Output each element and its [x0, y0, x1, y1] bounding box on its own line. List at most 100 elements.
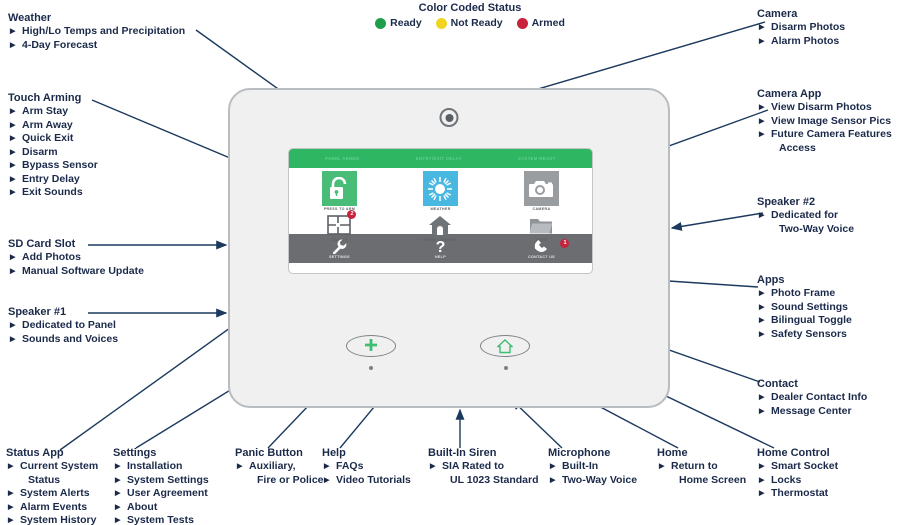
- callout-status-app-item-1: System Alerts: [6, 487, 98, 501]
- status-bar-item-0: PANEL ARMED: [325, 156, 360, 161]
- app-weather[interactable]: WEATHER: [391, 168, 491, 211]
- apps-tile[interactable]: [528, 213, 554, 237]
- callout-microphone-title: Microphone: [548, 447, 611, 459]
- callout-speaker1-item-1: Sounds and Voices: [8, 333, 118, 347]
- callout-home-control-item-2: Thermostat: [757, 487, 838, 501]
- callout-touch-arming-item-5: Entry Delay: [8, 173, 98, 187]
- settings-label: SETTINGS: [329, 254, 350, 259]
- legend-label-not-ready: Not Ready: [450, 17, 503, 29]
- callout-touch-arming-title: Touch Arming: [8, 92, 82, 104]
- callout-sd-card-title: SD Card Slot: [8, 238, 76, 250]
- callout-speaker2-item-0-cont: Two-Way Voice: [779, 222, 855, 235]
- callout-contact-item-0: Dealer Contact Info: [757, 391, 867, 405]
- home-control-tile[interactable]: [427, 213, 453, 237]
- callout-apps-item-0: Photo Frame: [757, 287, 852, 301]
- status-bar: PANEL ARMED ENTRY/EXIT DELAY SYSTEM READ…: [289, 149, 592, 168]
- callout-settings-item-3: About: [113, 501, 209, 515]
- callout-status-app-item-0-cont: Status: [28, 473, 61, 486]
- callout-settings-item-4: System Tests: [113, 514, 209, 525]
- app-press-to-arm[interactable]: PRESS TO ARM: [290, 168, 390, 211]
- callout-camera-app: Camera App View Disarm Photos View Image…: [757, 88, 892, 155]
- callout-touch-arming-item-6: Exit Sounds: [8, 186, 98, 200]
- callout-settings-item-2: User Agreement: [113, 487, 209, 501]
- callout-speaker1-item-0: Dedicated to Panel: [8, 319, 118, 333]
- camera-lens-inner: [445, 113, 453, 122]
- callout-status-app-title: Status App: [6, 447, 64, 459]
- legend-label-armed: Armed: [531, 17, 565, 29]
- callout-weather: Weather High/Lo Temps and Precipitation …: [8, 12, 185, 52]
- callout-panic-button-item-0: Auxiliary,: [235, 460, 324, 474]
- led-indicator-left: [369, 366, 373, 370]
- app-home-control[interactable]: HOME CONTROL: [391, 211, 491, 242]
- callout-camera-item-0: Disarm Photos: [757, 21, 845, 35]
- status-dot-not-ready: [435, 17, 447, 29]
- panic-button[interactable]: [346, 335, 396, 357]
- callout-contact: Contact Dealer Contact Info Message Cent…: [757, 378, 867, 418]
- status-dot-ready: [375, 17, 387, 29]
- app-camera[interactable]: CAMERA: [492, 168, 592, 211]
- callout-touch-arming-item-2: Quick Exit: [8, 132, 98, 146]
- weather-tile[interactable]: [422, 171, 458, 206]
- help-icon-wrap: ?: [391, 239, 491, 255]
- app-apps[interactable]: APPS: [492, 211, 592, 242]
- callout-help-item-0: FAQs: [322, 460, 411, 474]
- house-outline-icon: [497, 338, 513, 353]
- callout-apps-item-1: Sound Settings: [757, 301, 852, 315]
- contact-label: CONTACT US: [528, 254, 555, 259]
- callout-camera-item-1: Alarm Photos: [757, 35, 845, 49]
- callout-apps: Apps Photo Frame Sound Settings Bilingua…: [757, 274, 852, 341]
- callout-microphone-item-1: Two-Way Voice: [548, 474, 637, 488]
- panel-camera-lens: [439, 108, 459, 127]
- callout-touch-arming-item-1: Arm Away: [8, 119, 98, 133]
- callout-settings-item-0: Installation: [113, 460, 209, 474]
- legend-label-ready: Ready: [390, 17, 422, 29]
- status-bar-item-2: SYSTEM READY: [518, 156, 556, 161]
- callout-microphone-item-0: Built-In: [548, 460, 637, 474]
- camera-tile[interactable]: [523, 171, 559, 206]
- callout-camera-title: Camera: [757, 8, 798, 20]
- diagram-canvas: Color Coded Status Ready Not Ready Armed: [0, 0, 900, 525]
- status-tile[interactable]: 2: [326, 210, 357, 237]
- status-badge: 2: [347, 210, 357, 219]
- svg-text:?: ?: [436, 239, 446, 255]
- contact-icon-wrap: 1: [492, 238, 592, 255]
- panel-touchscreen: PANEL ARMED ENTRY/EXIT DELAY SYSTEM READ…: [288, 148, 593, 274]
- legend-item-not-ready: Not Ready: [435, 17, 503, 29]
- wrench-icon: [332, 239, 347, 254]
- help-label: HELP: [434, 254, 446, 259]
- question-icon: ?: [436, 239, 446, 255]
- legend-item-armed: Armed: [516, 17, 565, 29]
- home-button[interactable]: [480, 335, 530, 357]
- callout-siren: Built-In Siren SIA Rated to UL 1023 Stan…: [428, 447, 539, 487]
- callout-status-app-item-3: System History: [6, 514, 98, 525]
- callout-panic-button-item-0-cont: Fire or Police: [257, 473, 324, 486]
- callout-home-title: Home: [657, 447, 688, 459]
- callout-help-title: Help: [322, 447, 346, 459]
- status-bar-item-1: ENTRY/EXIT DELAY: [415, 156, 462, 161]
- app-status[interactable]: 2 STATUS: [290, 210, 390, 242]
- app-grid: PRESS TO ARM WEATHER CAMERA 2 STATUS HOM…: [289, 168, 592, 242]
- contact-badge: 1: [560, 238, 570, 248]
- callout-speaker1-title: Speaker #1: [8, 306, 67, 318]
- sun-icon: [428, 176, 453, 201]
- callout-apps-title: Apps: [757, 274, 785, 286]
- callout-speaker2-item-0: Dedicated for: [757, 209, 854, 223]
- status-dot-armed: [516, 17, 528, 29]
- callout-camera-app-title: Camera App: [757, 88, 822, 100]
- callout-settings: Settings Installation System Settings Us…: [113, 447, 209, 525]
- press-to-arm-tile[interactable]: [321, 171, 357, 206]
- nav-settings[interactable]: SETTINGS: [290, 239, 390, 259]
- legend: Color Coded Status Ready Not Ready Armed: [340, 2, 600, 29]
- app-row-secondary: 2 STATUS HOME CONTROL APPS: [289, 210, 592, 242]
- callout-home-control-title: Home Control: [757, 447, 830, 459]
- led-indicator-right: [504, 366, 508, 370]
- callout-status-app: Status App Current System Status System …: [6, 447, 98, 525]
- callout-touch-arming: Touch Arming Arm Stay Arm Away Quick Exi…: [8, 92, 98, 200]
- nav-help[interactable]: ? HELP: [391, 239, 491, 259]
- callout-contact-title: Contact: [757, 378, 798, 390]
- callout-weather-title: Weather: [8, 12, 52, 24]
- callout-sd-card-item-1: Manual Software Update: [8, 265, 144, 279]
- callout-touch-arming-item-0: Arm Stay: [8, 105, 98, 119]
- nav-contact-us[interactable]: 1 CONTACT US: [492, 238, 592, 259]
- callout-camera-app-item-1: View Image Sensor Pics: [757, 115, 892, 129]
